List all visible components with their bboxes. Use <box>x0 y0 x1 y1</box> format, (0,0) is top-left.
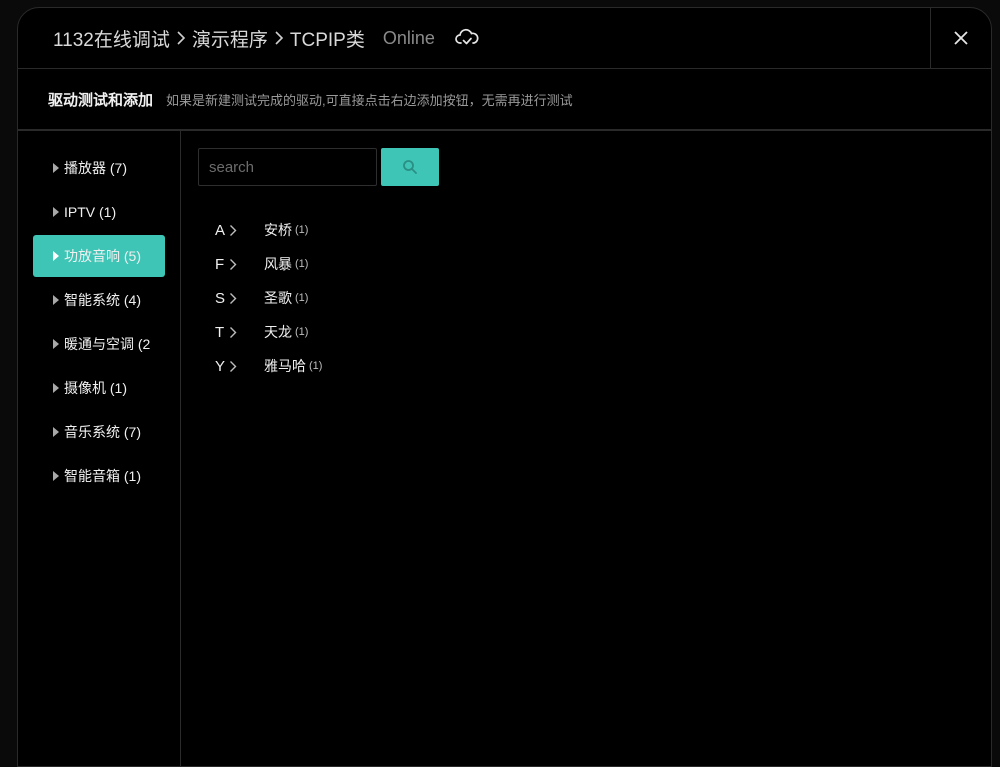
sidebar-item-label: 智能系统 (4) <box>64 292 141 308</box>
brand-group: F 风暴 (1) <box>215 251 308 277</box>
sidebar-item-amplifier[interactable]: 功放音响 (5) <box>33 235 165 277</box>
sidebar-item-hvac[interactable]: 暖通与空调 (2 <box>33 323 165 365</box>
sidebar-item-smart-speaker[interactable]: 智能音箱 (1) <box>33 455 165 497</box>
caret-right-icon <box>53 383 59 393</box>
brand-group: T 天龙 (1) <box>215 319 308 345</box>
index-letter: T <box>215 323 225 341</box>
chevron-right-icon <box>170 30 192 46</box>
sidebar-item-camera[interactable]: 摄像机 (1) <box>33 367 165 409</box>
sidebar-item-label: 摄像机 (1) <box>64 380 127 396</box>
section-description: 如果是新建测试完成的驱动,可直接点击右边添加按钮，无需再进行测试 <box>166 92 573 108</box>
sidebar-item-iptv[interactable]: IPTV (1) <box>33 191 165 233</box>
search-input[interactable] <box>198 148 377 186</box>
sidebar-item-player[interactable]: 播放器 (7) <box>33 147 165 189</box>
close-button[interactable] <box>930 8 991 68</box>
brand-count: (1) <box>295 326 309 338</box>
brand-item[interactable]: 天龙 <box>264 322 292 342</box>
breadcrumb-item-category: TCPIP类 <box>289 29 365 51</box>
search-icon <box>403 160 417 174</box>
breadcrumb-item-program[interactable]: 演示程序 <box>192 25 268 52</box>
brand-group: A 安桥 (1) <box>215 217 308 243</box>
caret-right-icon <box>53 207 59 217</box>
caret-right-icon <box>53 471 59 481</box>
breadcrumb-item-device[interactable]: 1132在线调试 <box>53 25 170 52</box>
brand-item[interactable]: 雅马哈 <box>264 356 306 376</box>
caret-right-icon <box>53 251 59 261</box>
search-button[interactable] <box>381 148 439 186</box>
brand-count: (1) <box>295 292 309 304</box>
brand-group: Y 雅马哈 (1) <box>215 353 322 379</box>
chevron-right-icon <box>229 292 239 305</box>
category-sidebar: 播放器 (7) IPTV (1) 功放音响 (5) 智能系统 (4) 暖通与空调… <box>18 131 181 766</box>
chevron-right-icon <box>229 258 239 271</box>
index-letter: A <box>215 221 226 239</box>
caret-right-icon <box>53 427 59 437</box>
breadcrumb: 1132在线调试 演示程序 TCPIP类 Online <box>53 8 479 68</box>
chevron-right-icon <box>229 360 239 373</box>
caret-right-icon <box>53 339 59 349</box>
sidebar-item-music-system[interactable]: 音乐系统 (7) <box>33 411 165 453</box>
chevron-right-icon <box>229 224 239 237</box>
section-header: 驱动测试和添加 如果是新建测试完成的驱动,可直接点击右边添加按钮，无需再进行测试 <box>18 69 991 131</box>
brand-item[interactable]: 安桥 <box>264 220 292 240</box>
sidebar-item-smart-system[interactable]: 智能系统 (4) <box>33 279 165 321</box>
section-title: 驱动测试和添加 <box>48 91 154 109</box>
sidebar-item-label: 功放音响 (5) <box>64 248 141 264</box>
close-icon <box>954 31 968 45</box>
driver-dialog: 1132在线调试 演示程序 TCPIP类 Online 驱动测试和添加 如果是新… <box>17 7 992 767</box>
sidebar-item-label: IPTV (1) <box>64 204 117 220</box>
brand-group: S 圣歌 (1) <box>215 285 308 311</box>
sidebar-item-label: 音乐系统 (7) <box>64 424 141 440</box>
index-letter: F <box>215 255 225 273</box>
cloud-sync-icon[interactable] <box>455 28 479 48</box>
index-letter: S <box>215 289 226 307</box>
sidebar-item-label: 智能音箱 (1) <box>64 468 141 484</box>
brand-count: (1) <box>309 360 323 372</box>
brand-item[interactable]: 风暴 <box>264 254 292 274</box>
sidebar-item-label: 暖通与空调 (2 <box>64 336 151 352</box>
connection-status: Online <box>382 27 435 48</box>
caret-right-icon <box>53 163 59 173</box>
caret-right-icon <box>53 295 59 305</box>
brand-count: (1) <box>295 258 309 270</box>
chevron-right-icon <box>268 30 290 46</box>
sidebar-item-label: 播放器 (7) <box>64 160 127 176</box>
index-letter: Y <box>215 357 226 375</box>
brand-item[interactable]: 圣歌 <box>264 288 292 308</box>
brand-count: (1) <box>295 224 309 236</box>
chevron-right-icon <box>229 326 239 339</box>
dialog-header: 1132在线调试 演示程序 TCPIP类 Online <box>18 8 991 69</box>
